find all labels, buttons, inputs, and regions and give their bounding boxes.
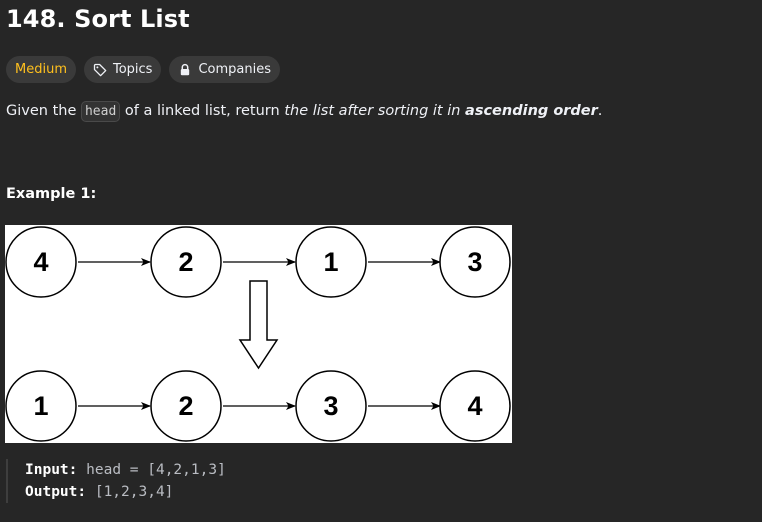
example-io-block: Input: head = [4,2,1,3] Output: [1,2,3,4…: [6, 459, 226, 503]
node-value: 1: [323, 247, 338, 277]
list-node: 4: [439, 370, 511, 442]
node-value: 2: [178, 391, 193, 421]
linked-list-diagram: 4 2 1 3 1 2 3 4: [5, 226, 511, 442]
example-diagram: 4 2 1 3 1 2 3 4: [5, 225, 512, 443]
description-bold: ascending order: [465, 103, 598, 119]
companies-label: Companies: [198, 62, 272, 77]
companies-button[interactable]: Companies: [169, 56, 281, 83]
node-value: 3: [323, 391, 338, 421]
output-line: Output: [1,2,3,4]: [25, 481, 226, 503]
node-value: 4: [467, 391, 482, 421]
node-value: 1: [33, 391, 48, 421]
difficulty-label: Medium: [15, 62, 67, 77]
list-node: 1: [295, 226, 367, 298]
sort-down-arrow: [238, 280, 279, 370]
input-label: Input:: [25, 462, 78, 478]
input-line: Input: head = [4,2,1,3]: [25, 459, 226, 481]
list-node: 2: [150, 226, 222, 298]
output-value: [1,2,3,4]: [94, 484, 174, 500]
node-value: 3: [467, 247, 482, 277]
description-text: of a linked list, return: [120, 103, 285, 119]
output-label: Output:: [25, 484, 87, 500]
example-title: Example 1:: [6, 186, 97, 202]
problem-description: Given the head of a linked list, return …: [6, 101, 602, 122]
node-value: 2: [178, 247, 193, 277]
lock-icon: [178, 63, 192, 77]
tag-icon: [93, 63, 107, 77]
topics-label: Topics: [112, 62, 153, 77]
tag-row: Medium Topics Companies: [6, 56, 281, 83]
problem-title: 148. Sort List: [6, 5, 190, 33]
difficulty-badge: Medium: [6, 56, 76, 83]
node-value: 4: [33, 247, 48, 277]
list-node: 1: [5, 370, 77, 442]
description-text: Given the: [6, 103, 81, 119]
list-node: 4: [5, 226, 77, 298]
problem-page: 148. Sort List Medium Topics Companies G…: [0, 0, 762, 522]
list-node: 3: [295, 370, 367, 442]
topics-button[interactable]: Topics: [83, 56, 162, 83]
description-italic: the list after sorting it in: [284, 103, 466, 119]
list-node: 3: [439, 226, 511, 298]
input-value: head = [4,2,1,3]: [86, 462, 226, 478]
code-head: head: [80, 101, 121, 122]
list-node: 2: [150, 370, 222, 442]
description-period: .: [597, 103, 603, 119]
